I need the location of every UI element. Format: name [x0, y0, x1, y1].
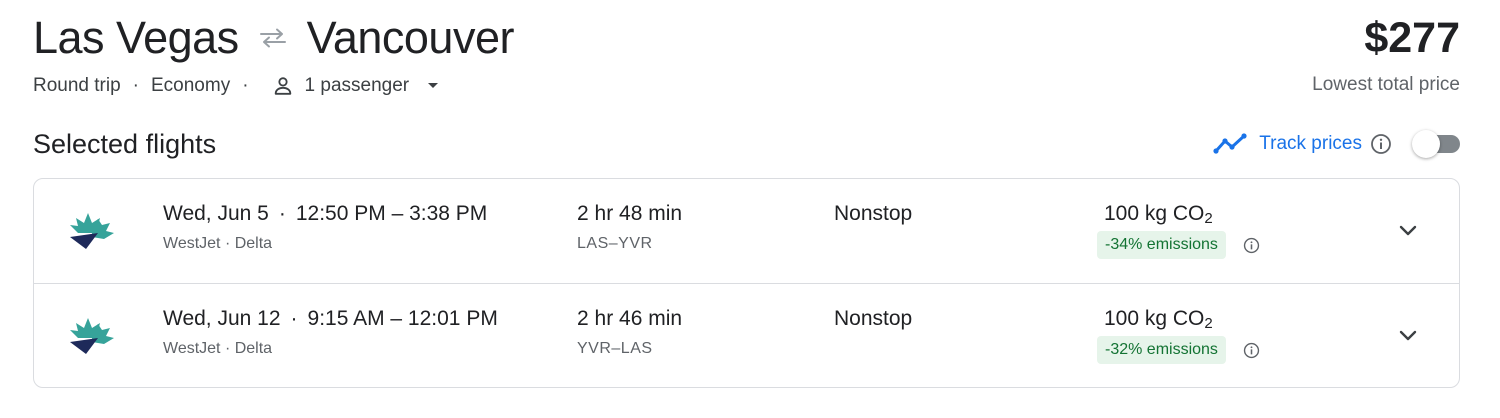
emissions-badge: -32% emissions [1097, 336, 1226, 364]
airline-names: WestJet · Delta [163, 340, 273, 357]
separator-dot: · [290, 307, 298, 330]
co2-emissions: 100 kg CO2 [1104, 202, 1213, 227]
lowest-price: $277 [1364, 14, 1460, 62]
trip-type: Round trip [33, 75, 121, 96]
flight-times: Wed, Jun 5 · 12:50 PM – 3:38 PM [163, 202, 487, 226]
section-title: Selected flights [33, 128, 217, 159]
info-icon[interactable] [1243, 237, 1260, 254]
separator-dot: · [278, 202, 286, 225]
co2-value: 100 kg CO [1104, 202, 1205, 225]
info-icon[interactable] [1370, 133, 1392, 155]
departure-date: Wed, Jun 12 [163, 307, 281, 330]
flight-row[interactable]: Wed, Jun 5 · 12:50 PM – 3:38 PM WestJet · … [34, 179, 1459, 283]
airport-codes: LAS–YVR [577, 235, 653, 252]
price-summary: $277 Lowest total price [1312, 12, 1460, 96]
price-label: Lowest total price [1312, 74, 1460, 95]
flight-duration: 2 hr 48 min [577, 202, 683, 225]
time-range: 9:15 AM – 12:01 PM [307, 307, 498, 330]
co2-emissions: 100 kg CO2 [1104, 307, 1213, 332]
airport-codes: YVR–LAS [577, 340, 653, 357]
cabin-class: Economy [151, 75, 231, 96]
route-title: Las Vegas Vancouver [33, 12, 1460, 64]
chevron-down-icon[interactable] [1394, 217, 1422, 245]
westjet-logo-icon [64, 203, 120, 259]
co2-value: 100 kg CO [1104, 307, 1205, 330]
separator-dot: · [242, 75, 249, 96]
track-prices-label[interactable]: Track prices [1259, 133, 1362, 155]
track-prices[interactable]: Track prices [1213, 130, 1460, 158]
track-prices-toggle[interactable] [1412, 130, 1460, 158]
person-icon[interactable] [271, 74, 295, 98]
stops: Nonstop [834, 202, 913, 225]
chevron-down-icon[interactable] [1394, 322, 1422, 350]
westjet-logo-icon [64, 308, 120, 364]
trend-line-icon [1213, 132, 1247, 156]
origin-city: Las Vegas [33, 12, 239, 63]
selected-flights-list: Wed, Jun 5 · 12:50 PM – 3:38 PM WestJet · … [33, 178, 1460, 388]
swap-arrows-icon [255, 12, 291, 64]
departure-date: Wed, Jun 5 [163, 202, 269, 225]
co2-subscript: 2 [1204, 315, 1213, 332]
time-range: 12:50 PM – 3:38 PM [295, 202, 488, 225]
dropdown-caret-icon[interactable] [427, 79, 441, 93]
airline-names: WestJet · Delta [163, 235, 273, 252]
separator-dot: · [132, 75, 139, 96]
flight-times: Wed, Jun 12 · 9:15 AM – 12:01 PM [163, 307, 498, 331]
emissions-badge: -34% emissions [1097, 231, 1226, 259]
stops: Nonstop [834, 307, 913, 330]
selected-flights-header: Selected flights Track prices [33, 124, 1460, 164]
co2-subscript: 2 [1204, 210, 1213, 227]
passenger-count[interactable]: 1 passenger [305, 75, 410, 97]
flight-row[interactable]: Wed, Jun 12 · 9:15 AM – 12:01 PM WestJet ·… [34, 283, 1459, 387]
trip-options: Round trip · Economy · 1 passenger [33, 74, 1460, 98]
trip-header: Las Vegas Vancouver Round trip · Economy… [33, 12, 1460, 102]
flight-duration: 2 hr 46 min [577, 307, 683, 330]
toggle-knob [1412, 130, 1440, 158]
destination-city: Vancouver [306, 12, 515, 63]
info-icon[interactable] [1243, 342, 1260, 359]
